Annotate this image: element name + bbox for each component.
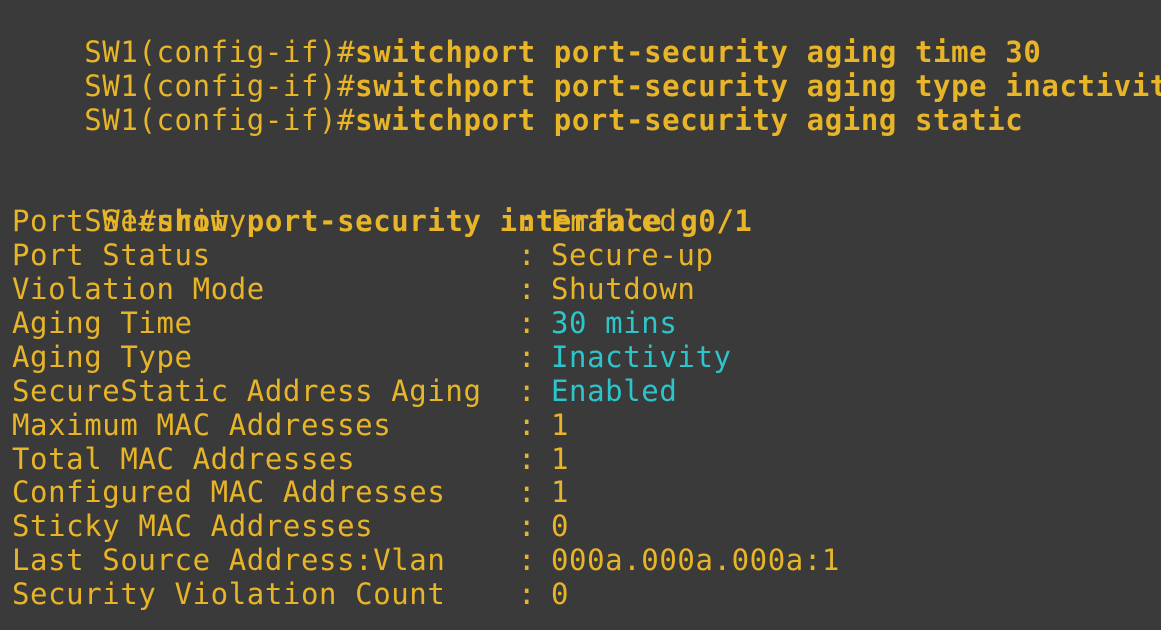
output-value: Secure-up (551, 238, 714, 273)
config-prompt: SW1(config-if)# (84, 102, 356, 137)
output-separator: : (518, 509, 537, 544)
output-separator: : (518, 339, 537, 374)
output-row: Maximum MAC Addresses:1 (12, 407, 1161, 443)
output-separator: : (518, 373, 537, 408)
output-row: Aging Type: Inactivity (12, 339, 1161, 375)
output-label: Port Status (12, 238, 211, 273)
output-label: Maximum MAC Addresses (12, 407, 392, 442)
output-label: Aging Type (12, 339, 193, 374)
output-value: 0 (551, 577, 570, 612)
output-row: Sticky MAC Addresses:0 (12, 509, 1161, 544)
output-separator: : (518, 272, 537, 307)
output-label: Port Security (12, 204, 247, 239)
output-row: Security Violation Count:0 (12, 577, 1161, 612)
output-row: Port Status: Secure-up (12, 238, 1161, 273)
output-separator: : (518, 577, 537, 612)
output-separator: : (518, 475, 537, 510)
config-line: SW1(config-if)#switchport port-security … (12, 2, 1161, 69)
output-value: 1 (551, 407, 570, 442)
config-command: switchport port-security aging static (355, 102, 1024, 137)
terminal-window: SW1(config-if)#switchport port-security … (0, 0, 1161, 630)
output-value: Enabled (551, 373, 678, 408)
config-prompt: SW1(config-if)# (84, 34, 356, 69)
output-value: Enabled (551, 204, 678, 239)
output-separator: : (518, 238, 537, 273)
output-separator: : (518, 306, 537, 341)
output-row: Configured MAC Addresses:1 (12, 476, 1161, 510)
output-row: Port Security: Enabled (12, 204, 1161, 239)
output-separator: : (518, 407, 537, 442)
output-label: Aging Time (12, 306, 193, 341)
output-value: Inactivity (551, 339, 732, 374)
output-row: Last Source Address:Vlan:000a.000a.000a:… (12, 543, 1161, 578)
output-label: Configured MAC Addresses (12, 475, 446, 510)
config-command: switchport port-security aging time 30 (355, 34, 1042, 69)
output-value: 0 (551, 509, 570, 544)
output-value: 1 (551, 475, 570, 510)
output-separator: : (518, 543, 537, 578)
output-row: Violation Mode: Shutdown (12, 272, 1161, 307)
output-value: 30 mins (551, 306, 678, 341)
output-value: Shutdown (551, 272, 696, 307)
config-prompt: SW1(config-if)# (84, 68, 356, 103)
output-row: SecureStatic Address Aging: Enabled (12, 373, 1161, 409)
output-label: Sticky MAC Addresses (12, 509, 374, 544)
output-label: Security Violation Count (12, 577, 446, 612)
config-command: switchport port-security aging type inac… (355, 68, 1161, 103)
output-row: Total MAC Addresses:1 (12, 441, 1161, 477)
output-row: Aging Time:30 mins (12, 306, 1161, 341)
output-separator: : (518, 441, 537, 476)
output-label: SecureStatic Address Aging (12, 373, 482, 408)
output-value: 000a.000a.000a:1 (551, 543, 840, 578)
output-separator: : (518, 204, 537, 239)
output-label: Total MAC Addresses (12, 441, 356, 476)
output-label: Violation Mode (12, 272, 265, 307)
output-value: 1 (551, 441, 570, 476)
output-label: Last Source Address:Vlan (12, 543, 446, 578)
show-command-line: SW1#show port-security interface g0/1 (12, 171, 1161, 238)
